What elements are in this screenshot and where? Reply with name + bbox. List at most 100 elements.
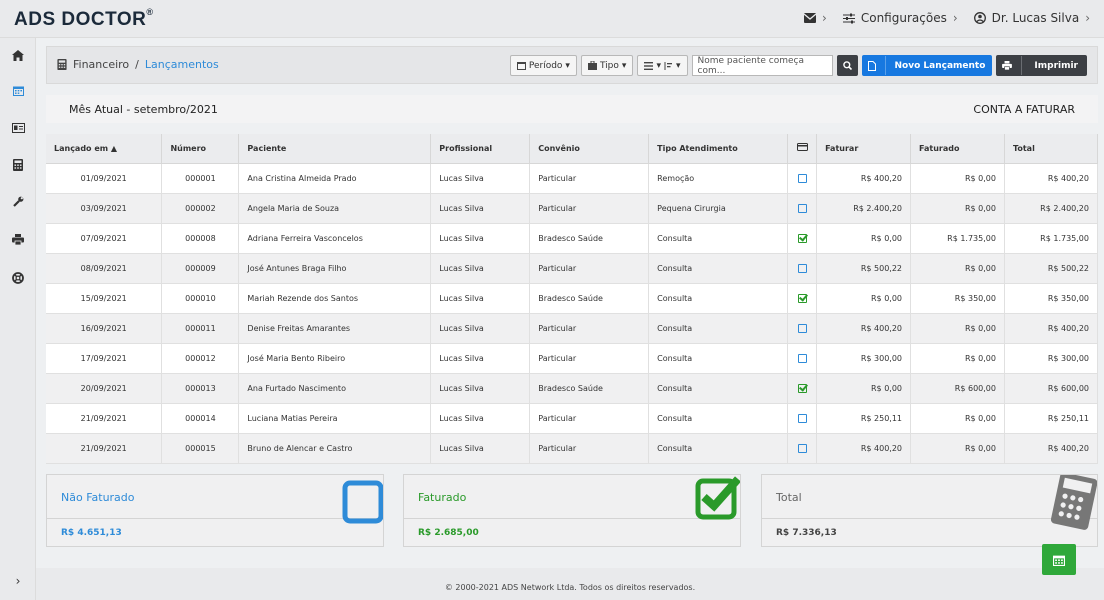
checkbox-checked-icon bbox=[695, 476, 740, 520]
top-bar: ADS DOCTOR® › Configurações › Dr. Lucas … bbox=[0, 0, 1104, 38]
credit-card-icon bbox=[796, 143, 808, 152]
search-icon bbox=[842, 61, 852, 70]
breadcrumb-current[interactable]: Lançamentos bbox=[145, 58, 219, 71]
calculator-icon bbox=[57, 59, 67, 70]
patient-search-input[interactable]: Nome paciente começa com... bbox=[691, 55, 833, 76]
table-header-cell[interactable]: Paciente bbox=[238, 134, 432, 164]
printer-icon bbox=[1002, 56, 1023, 75]
cell-total: R$ 2.400,20 bbox=[1004, 193, 1099, 224]
table-row[interactable]: 17/09/2021 000012 José Maria Bento Ribeiro… bbox=[46, 343, 1099, 374]
config-menu[interactable]: Configurações › bbox=[842, 11, 958, 25]
cell-total: R$ 1.735,00 bbox=[1004, 223, 1099, 254]
list-view-dropdown[interactable]: ▾ ▾ bbox=[637, 55, 688, 76]
table-row[interactable]: 08/09/2021 000009 José Antunes Braga Filho… bbox=[46, 253, 1099, 284]
cell-date: 07/09/2021 bbox=[46, 223, 163, 254]
cell-faturar: R$ 0,00 bbox=[816, 223, 912, 254]
table-row[interactable]: 01/09/2021 000001 Ana Cristina Almeida Pra… bbox=[46, 163, 1099, 194]
id-card-icon[interactable] bbox=[0, 122, 36, 137]
cell-paciente: Ana Cristina Almeida Prado bbox=[238, 163, 432, 194]
cell-conv: Particular bbox=[529, 403, 650, 434]
search-button[interactable] bbox=[836, 55, 858, 76]
periodo-label: Período bbox=[528, 60, 563, 71]
table-row[interactable]: 21/09/2021 000015 Bruno de Alencar e Castr… bbox=[46, 433, 1099, 464]
lifebuoy-icon[interactable] bbox=[0, 272, 36, 288]
cell-prof: Lucas Silva bbox=[430, 253, 531, 284]
faturado-cell bbox=[787, 163, 818, 194]
table-header-cell[interactable]: Total bbox=[1004, 134, 1099, 164]
calculator-icon[interactable] bbox=[0, 159, 36, 175]
user-label: Dr. Lucas Silva bbox=[991, 11, 1080, 25]
cell-faturar: R$ 250,11 bbox=[816, 403, 912, 434]
table-row[interactable]: 21/09/2021 000014 Luciana Matias Pereira Lu… bbox=[46, 403, 1099, 434]
checkbox-checked-icon[interactable] bbox=[797, 293, 807, 303]
user-circle-icon bbox=[973, 12, 986, 24]
cell-tipo: Consulta bbox=[648, 403, 789, 434]
table-header-cell[interactable]: Faturar bbox=[816, 134, 912, 164]
user-menu[interactable]: Dr. Lucas Silva › bbox=[973, 11, 1090, 25]
table-row[interactable]: 03/09/2021 000002 Angela Maria de Souza Luc… bbox=[46, 193, 1099, 224]
card-value: R$ 7.336,13 bbox=[776, 528, 837, 538]
cell-tipo: Remoção bbox=[648, 163, 789, 194]
cell-prof: Lucas Silva bbox=[430, 283, 531, 314]
sidebar-expand-button[interactable]: › bbox=[0, 574, 36, 588]
cell-num: 000010 bbox=[161, 283, 240, 314]
table-header-row: Lançado em ▲ Número Paciente Profissional Co… bbox=[46, 134, 1099, 164]
printer-icon[interactable] bbox=[0, 234, 36, 249]
cell-paciente: Angela Maria de Souza bbox=[238, 193, 432, 224]
table-row[interactable]: 16/09/2021 000011 Denise Freitas Amarantes… bbox=[46, 313, 1099, 344]
tipo-dropdown[interactable]: Tipo ▾ bbox=[580, 55, 634, 76]
periodo-dropdown[interactable]: Período ▾ bbox=[509, 55, 577, 76]
calendar-icon[interactable] bbox=[0, 85, 36, 100]
checkbox-empty-icon bbox=[342, 480, 383, 524]
cell-fat: R$ 1.735,00 bbox=[910, 223, 1005, 254]
cell-num: 000012 bbox=[161, 343, 240, 374]
briefcase-icon bbox=[587, 61, 597, 70]
checkbox-empty-icon[interactable] bbox=[797, 173, 807, 183]
table-header-cell[interactable]: Número bbox=[161, 134, 240, 164]
checkbox-empty-icon[interactable] bbox=[797, 323, 807, 333]
checkbox-empty-icon[interactable] bbox=[797, 413, 807, 423]
cell-tipo: Consulta bbox=[648, 223, 789, 254]
cell-num: 000009 bbox=[161, 253, 240, 284]
cell-conv: Bradesco Saúde bbox=[529, 223, 650, 254]
home-icon[interactable] bbox=[0, 50, 36, 65]
checkbox-checked-icon[interactable] bbox=[797, 383, 807, 393]
faturado-cell bbox=[787, 373, 818, 404]
cell-total: R$ 400,20 bbox=[1004, 313, 1099, 344]
checkbox-empty-icon[interactable] bbox=[797, 353, 807, 363]
checkbox-empty-icon[interactable] bbox=[797, 443, 807, 453]
table-header-cell[interactable]: Profissional bbox=[430, 134, 531, 164]
cell-date: 03/09/2021 bbox=[46, 193, 163, 224]
checkbox-checked-icon[interactable] bbox=[797, 233, 807, 243]
calendar-fab-button[interactable] bbox=[1042, 544, 1076, 575]
header-card-col[interactable] bbox=[787, 134, 818, 164]
logo-text: ADS DOCTOR bbox=[14, 9, 147, 30]
breadcrumb-root[interactable]: Financeiro bbox=[73, 58, 129, 71]
table-header-cell[interactable]: Lançado em ▲ bbox=[46, 134, 163, 164]
lancamentos-table: Lançado em ▲ Número Paciente Profissional Co… bbox=[46, 134, 1099, 464]
faturado-cell bbox=[787, 193, 818, 224]
table-header-cell[interactable]: Convênio bbox=[529, 134, 650, 164]
table-header-cell[interactable]: Tipo Atendimento bbox=[648, 134, 789, 164]
cell-faturar: R$ 500,22 bbox=[816, 253, 912, 284]
caret-down-icon: ▾ bbox=[656, 60, 661, 71]
table-row[interactable]: 07/09/2021 000008 Adriana Ferreira Vasconc… bbox=[46, 223, 1099, 254]
breadcrumb: Financeiro / Lançamentos bbox=[57, 58, 219, 71]
chevron-right-icon: › bbox=[822, 11, 827, 25]
messages-menu[interactable]: › bbox=[804, 11, 827, 25]
wrench-icon[interactable] bbox=[0, 196, 36, 211]
table-row[interactable]: 15/09/2021 000010 Mariah Rezende dos Santo… bbox=[46, 283, 1099, 314]
novo-lancamento-button[interactable]: Novo Lançamento bbox=[861, 55, 993, 76]
table-header-cell[interactable]: Faturado bbox=[910, 134, 1005, 164]
cell-tipo: Consulta bbox=[648, 343, 789, 374]
checkbox-empty-icon[interactable] bbox=[797, 203, 807, 213]
cell-tipo: Consulta bbox=[648, 313, 789, 344]
imprimir-button[interactable]: Imprimir bbox=[996, 55, 1087, 76]
checkbox-empty-icon[interactable] bbox=[797, 263, 807, 273]
chevron-right-icon: › bbox=[952, 11, 958, 25]
app-logo[interactable]: ADS DOCTOR® bbox=[14, 7, 154, 31]
footer: © 2000-2021 ADS Network Ltda. Todos os d… bbox=[36, 568, 1104, 600]
cell-num: 000008 bbox=[161, 223, 240, 254]
cell-num: 000001 bbox=[161, 163, 240, 194]
table-row[interactable]: 20/09/2021 000013 Ana Furtado Nascimento Lu… bbox=[46, 373, 1099, 404]
